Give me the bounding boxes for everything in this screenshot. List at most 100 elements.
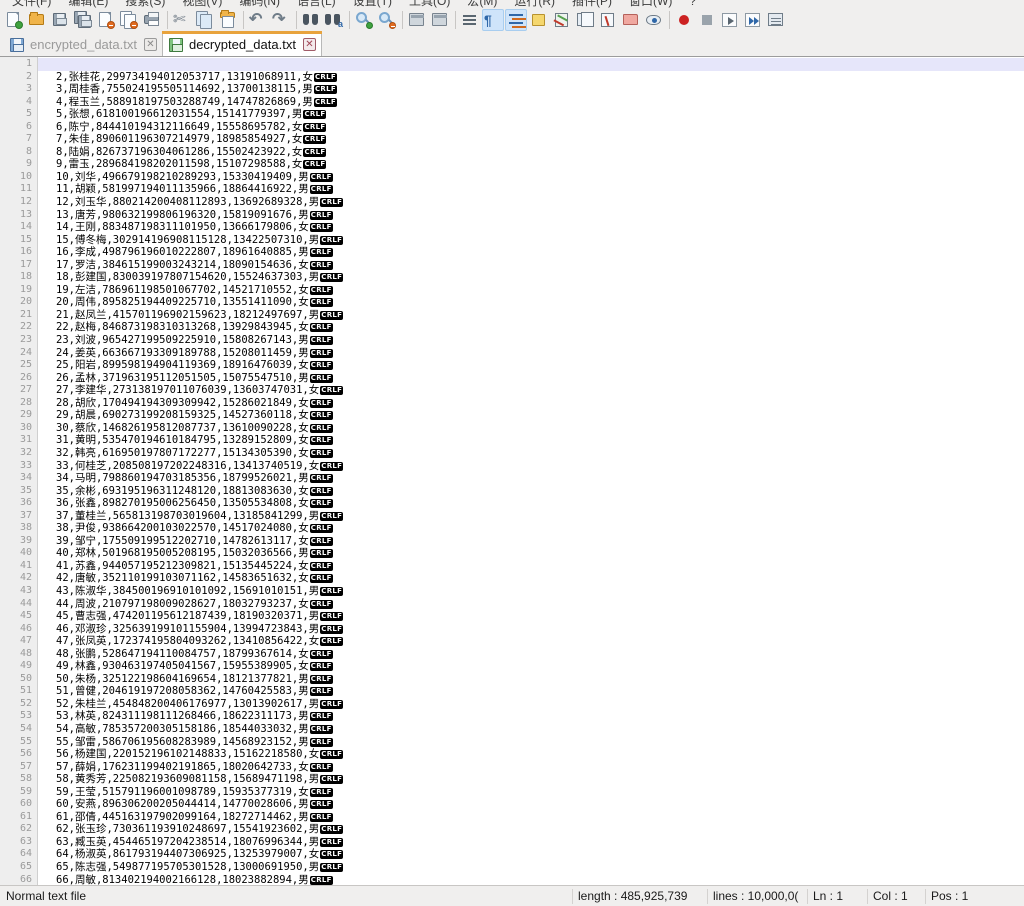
code-line[interactable]: 30,蔡欣,146826195812087737,13610090228,女 CR… xyxy=(56,422,1024,435)
code-line[interactable]: 11,胡颖,581997194011135966,18864416922,男 CR… xyxy=(56,183,1024,196)
code-line[interactable]: 22,赵梅,846873198310313268,13929843945,女 CR… xyxy=(56,321,1024,334)
code-line[interactable]: 47,张凤英,172374195804093262,13410856422,女 C… xyxy=(56,635,1024,648)
code-line[interactable]: 6,陈宁,844410194312116649,15558695782,女 CRL… xyxy=(56,121,1024,134)
save-macro-icon[interactable] xyxy=(765,9,787,31)
folder-as-workspace-icon[interactable] xyxy=(620,9,642,31)
save-icon[interactable] xyxy=(49,9,71,31)
code-line[interactable]: 19,左洁,786961198501067702,14521710552,女 CR… xyxy=(56,284,1024,297)
code-line[interactable]: 44,周波,210797198009028627,18032793237,女 CR… xyxy=(56,598,1024,611)
code-line[interactable]: 2,张桂花,299734194012053717,13191068911,女 CR… xyxy=(56,71,1024,84)
close-file-icon[interactable] xyxy=(95,9,117,31)
code-line[interactable]: 24,姜英,663667193309189788,15208011459,男 CR… xyxy=(56,347,1024,360)
open-file-icon[interactable] xyxy=(26,9,48,31)
code-line[interactable]: 58,黄秀芳,225082193609081158,15689471198,男 C… xyxy=(56,773,1024,786)
code-line[interactable]: 5,张想,618100196612031554,15141779397,男 CRL… xyxy=(56,108,1024,121)
code-line[interactable]: 66,周敏,813402194002166128,18023882894,男 CR… xyxy=(56,874,1024,885)
find-icon[interactable] xyxy=(300,9,322,31)
code-line[interactable]: 40,郑林,501968195005208195,15032036566,男 CR… xyxy=(56,547,1024,560)
save-all-icon[interactable] xyxy=(72,9,94,31)
code-line[interactable]: 16,李成,498796196010222807,18961640885,男 CR… xyxy=(56,246,1024,259)
code-line[interactable]: 12,刘玉华,880214200408112893,13692689328,男 C… xyxy=(56,196,1024,209)
zoom-out-icon[interactable] xyxy=(376,9,398,31)
code-line[interactable]: 3,周桂香,755024195505114692,13700138115,男 CR… xyxy=(56,83,1024,96)
code-line[interactable]: 31,黄明,535470194610184795,13289152809,女 CR… xyxy=(56,434,1024,447)
code-line[interactable]: 53,林英,824311198111268466,18622311173,男 CR… xyxy=(56,710,1024,723)
stop-recording-icon[interactable] xyxy=(696,9,718,31)
code-line[interactable]: 9,雷玉,289684198202011598,15107298588,女 CRL… xyxy=(56,158,1024,171)
code-line[interactable]: 55,邹雷,586706195608283989,14568923152,男 CR… xyxy=(56,736,1024,749)
code-line[interactable]: 48,张鹏,528647194110084757,18799367614,女 CR… xyxy=(56,648,1024,661)
code-line[interactable]: 41,苏鑫,944057195212309821,15135445224,女 CR… xyxy=(56,560,1024,573)
code-line[interactable]: 61,邵倩,445163197902099164,18272714462,男 CR… xyxy=(56,811,1024,824)
tab-close-icon[interactable]: ✕ xyxy=(302,38,316,51)
code-line[interactable]: 4,程玉兰,588918197503288749,14747826869,男 CR… xyxy=(56,96,1024,109)
code-line[interactable]: 37,董桂兰,565813198703019604,13185841299,男 C… xyxy=(56,510,1024,523)
code-line[interactable]: 32,韩亮,616950197807172277,15134305390,女 CR… xyxy=(56,447,1024,460)
code-line[interactable]: 33,何桂芝,208508197202248316,13413740519,女 C… xyxy=(56,460,1024,473)
function-list-icon[interactable] xyxy=(574,9,596,31)
code-line[interactable]: 36,张鑫,898270195006256450,13505534808,女 CR… xyxy=(56,497,1024,510)
user-defined-language-icon[interactable] xyxy=(528,9,550,31)
code-line[interactable]: 26,孟林,371963195112051505,15075547510,男 CR… xyxy=(56,372,1024,385)
print-icon[interactable] xyxy=(141,9,163,31)
tab-close-icon[interactable]: ✕ xyxy=(143,38,157,51)
code-line[interactable]: 56,杨建国,220152196102148833,15162218580,女 C… xyxy=(56,748,1024,761)
code-line[interactable]: 29,胡晨,690273199208159325,14527360118,女 CR… xyxy=(56,409,1024,422)
new-file-icon[interactable] xyxy=(3,9,25,31)
code-line[interactable]: 38,尹俊,938664200103022570,14517024080,女 CR… xyxy=(56,522,1024,535)
code-line[interactable]: 10,刘华,496679198210289293,15330419409,男 CR… xyxy=(56,171,1024,184)
code-line[interactable]: 7,朱佳,890601196307214979,18985854927,女 CRL… xyxy=(56,133,1024,146)
sync-vertical-icon[interactable] xyxy=(406,9,428,31)
code-line[interactable]: 17,罗洁,384615199003243214,18090154636,女 CR… xyxy=(56,259,1024,272)
code-line[interactable]: 59,王莹,515791196001098789,15935377319,女 CR… xyxy=(56,786,1024,799)
show-all-characters-icon[interactable]: ¶ xyxy=(482,9,504,31)
code-line[interactable]: 62,张玉珍,730361193910248697,15541923602,男 C… xyxy=(56,823,1024,836)
code-line[interactable]: 45,曹志强,474201195612187439,18190320371,男 C… xyxy=(56,610,1024,623)
code-line[interactable]: 23,刘波,965427199509225910,15808267143,男 CR… xyxy=(56,334,1024,347)
run-macro-multiple-icon[interactable] xyxy=(742,9,764,31)
code-line[interactable]: 39,邹宁,175509199512202710,14782613117,女 CR… xyxy=(56,535,1024,548)
record-macro-icon[interactable] xyxy=(673,9,695,31)
code-line[interactable]: 63,臧玉英,454465197204238514,18076996344,男 C… xyxy=(56,836,1024,849)
sync-horizontal-icon[interactable] xyxy=(429,9,451,31)
code-line[interactable]: 14,王刚,883487198311101950,13666179806,女 CR… xyxy=(56,221,1024,234)
code-line[interactable]: 34,马明,798860194703185356,18799526021,男 CR… xyxy=(56,472,1024,485)
cut-icon[interactable]: ✄ xyxy=(171,9,193,31)
tab-active-1[interactable]: decrypted_data.txt ✕ xyxy=(161,31,322,56)
code-line[interactable]: 21,赵凤兰,415701196902159623,18212497697,男 C… xyxy=(56,309,1024,322)
code-line[interactable]: 15,傅冬梅,302914196908115128,13422507310,男 C… xyxy=(56,234,1024,247)
code-line[interactable]: 52,朱桂兰,454848200406176977,13013902617,男 C… xyxy=(56,698,1024,711)
show-indent-guide-icon[interactable] xyxy=(505,9,527,31)
code-line[interactable]: 20,周伟,895825194409225710,13551411090,女 CR… xyxy=(56,296,1024,309)
word-wrap-icon[interactable] xyxy=(459,9,481,31)
code-line[interactable]: 13,唐芳,980632199806196320,15819091676,男 CR… xyxy=(56,209,1024,222)
document-map-icon[interactable] xyxy=(551,9,573,31)
undo-icon[interactable]: ↶ xyxy=(247,9,269,31)
code-line[interactable]: 57,薛娟,176231199402191865,18020642733,女 CR… xyxy=(56,761,1024,774)
code-line[interactable]: 25,阳岩,899598194904119369,18916476039,女 CR… xyxy=(56,359,1024,372)
code-line[interactable]: 64,杨淑英,861793194407306925,13253979007,女 C… xyxy=(56,848,1024,861)
play-macro-icon[interactable] xyxy=(719,9,741,31)
code-line[interactable]: 8,陆娟,826737196304061286,15502423922,女 CRL… xyxy=(56,146,1024,159)
code-line[interactable]: 35,余彬,693195196311248120,18813083630,女 CR… xyxy=(56,485,1024,498)
redo-icon[interactable]: ↷ xyxy=(270,9,292,31)
code-line[interactable]: 65,陈志强,549877195705301528,13000691950,男 C… xyxy=(56,861,1024,874)
code-line[interactable]: 51,曾健,204619197208058362,14760425583,男 CR… xyxy=(56,685,1024,698)
code-line[interactable]: 43,陈淑华,384500196910101092,15691010151,男 C… xyxy=(56,585,1024,598)
code-line[interactable]: 50,朱杨,325122198604169654,18121377821,男 CR… xyxy=(56,673,1024,686)
tab-inactive-0[interactable]: encrypted_data.txt ✕ xyxy=(4,33,162,56)
code-line[interactable]: 27,李建华,273138197011076039,13603747031,女 C… xyxy=(56,384,1024,397)
replace-icon[interactable]: a xyxy=(323,9,345,31)
close-all-icon[interactable] xyxy=(118,9,140,31)
zoom-in-icon[interactable] xyxy=(353,9,375,31)
code-line[interactable]: 46,邓淑珍,325639199101155904,13994723843,男 C… xyxy=(56,623,1024,636)
text-content-area[interactable]: 1,程彬,26897919850907383B,13571966749,男CRL… xyxy=(38,57,1024,885)
code-line[interactable]: 60,安燕,896306200205044414,14770028606,男 CR… xyxy=(56,798,1024,811)
code-line[interactable]: 42,唐敏,352110199103071162,14583651632,女 CR… xyxy=(56,572,1024,585)
copy-icon[interactable] xyxy=(194,9,216,31)
code-line[interactable]: 28,胡欣,170494194309309942,15286021849,女 CR… xyxy=(56,397,1024,410)
code-line[interactable]: 54,高敏,785357200305158186,18544033032,男 CR… xyxy=(56,723,1024,736)
code-line[interactable]: 18,彭建国,830039197807154620,15524637303,男 C… xyxy=(56,271,1024,284)
paste-icon[interactable] xyxy=(217,9,239,31)
monitoring-icon[interactable] xyxy=(643,9,665,31)
